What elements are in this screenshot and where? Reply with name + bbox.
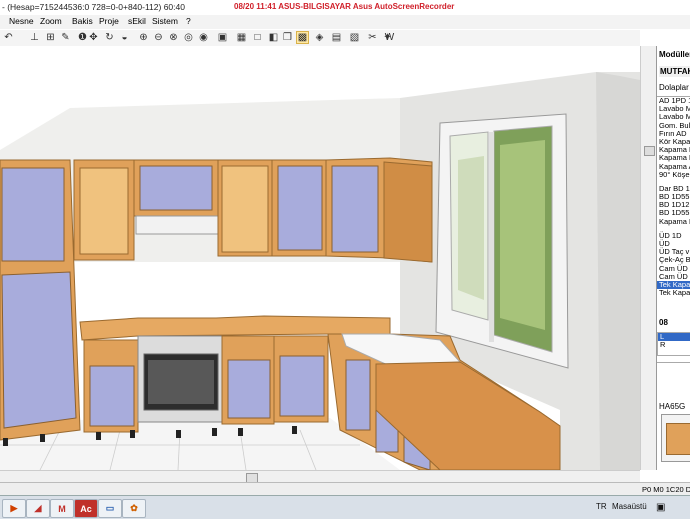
status-text: P0 M0 1C20 Dil [642, 485, 690, 494]
list-item[interactable]: Tek Kapa [657, 289, 690, 297]
panel-header: Modüller [659, 50, 690, 59]
window-title: - (Hesap=715244536:0 728=0-0+840-112) 60… [2, 2, 185, 12]
snap-icon[interactable]: ⊞ [44, 31, 57, 44]
language-indicator[interactable]: TR [596, 502, 607, 511]
option-list[interactable]: L R [657, 332, 690, 356]
menu-bar: Nesne Zoom Bakis Proje sEkil Sistem ? [0, 15, 690, 29]
status-bar: P0 M0 1C20 Dil [0, 482, 690, 496]
mail-icon[interactable]: M [50, 499, 74, 518]
pdf-icon[interactable]: ◢ [26, 499, 50, 518]
menu-bakis[interactable]: Bakis [72, 16, 93, 26]
zoom-extents-icon[interactable]: ◉ [197, 31, 210, 44]
palette-icon[interactable]: ◈ [313, 31, 326, 44]
material-icon[interactable]: ▤ [330, 31, 343, 44]
item-code: HA65G [659, 402, 686, 411]
module-panel: Modüller MUTFAK Dolaplar AD 1PD 1 Lavabo… [656, 46, 690, 470]
network-icon[interactable]: ▣ [656, 502, 665, 513]
menu-sistem[interactable]: Sistem [152, 16, 178, 26]
explorer-icon[interactable]: ▭ [98, 499, 122, 518]
zoom-window-icon[interactable]: ⊗ [167, 31, 180, 44]
title-bar: - (Hesap=715244536:0 728=0-0+840-112) 60… [0, 0, 690, 16]
menu-proje[interactable]: Proje [99, 16, 119, 26]
module-code: 08 [659, 318, 668, 327]
list-item[interactable]: Kapama B [657, 217, 690, 226]
window-frame [435, 113, 569, 369]
undo-icon[interactable]: ↶ [2, 31, 15, 44]
refresh-icon[interactable]: ◒ [118, 31, 131, 44]
wizard-icon[interactable]: W [383, 31, 396, 44]
move-icon[interactable]: ✥ [87, 31, 100, 44]
wire-icon[interactable]: □ [251, 31, 264, 44]
start-icon[interactable]: ▶ [2, 499, 26, 518]
menu-zoom[interactable]: Zoom [40, 16, 62, 26]
option-right[interactable]: R [658, 341, 690, 349]
rotate-icon[interactable]: ↻ [103, 31, 116, 44]
desktop-label[interactable]: Masaüstü [612, 502, 647, 511]
vertical-scroll-thumb[interactable] [644, 146, 655, 156]
tools-icon[interactable]: ⊥ [28, 31, 41, 44]
program-icon[interactable]: ✿ [122, 499, 146, 518]
taskbar: ▶ ◢ M Ac ▭ ✿ Masaüstü TR ▣ [0, 495, 690, 519]
object-icon[interactable]: ▧ [348, 31, 361, 44]
shade-icon[interactable]: ❒ [281, 31, 294, 44]
dimension-icon[interactable]: ✎ [59, 31, 72, 44]
render-icon[interactable]: ▣ [216, 31, 229, 44]
toolbar: ↶ ⊥ ⊞ ✎ ❶ ✥ ↻ ◒ ⊕ ⊖ ⊗ ◎ ◉ ▣ ▦ □ ◧ ❒ ▩ ◈ … [0, 30, 640, 47]
module-preview [661, 414, 690, 462]
recorder-overlay-text: 08/20 11:41 ASUS-BILGISAYAR Asus AutoScr… [234, 2, 455, 11]
list-item[interactable]: 90° Köşe [657, 170, 690, 179]
zoom-in-icon[interactable]: ⊕ [137, 31, 150, 44]
vertical-scrollbar[interactable] [640, 46, 657, 470]
category-dropdown[interactable]: MUTFAK [659, 66, 690, 77]
menu-help[interactable]: ? [186, 16, 191, 26]
solid-icon[interactable]: ◧ [267, 31, 280, 44]
3d-viewport[interactable] [0, 46, 640, 470]
kitchen-render [0, 72, 640, 470]
menu-sekil[interactable]: sEkil [128, 16, 146, 26]
scissors-icon[interactable]: ✂ [366, 31, 379, 44]
zoom-all-icon[interactable]: ◎ [182, 31, 195, 44]
box-icon[interactable]: ▦ [235, 31, 248, 44]
menu-nesne[interactable]: Nesne [9, 16, 34, 26]
zoom-out-icon[interactable]: ⊖ [152, 31, 165, 44]
tab-dolaplar[interactable]: Dolaplar [659, 83, 689, 92]
acrobat-icon[interactable]: Ac [74, 499, 98, 518]
photo-icon[interactable]: ▩ [296, 31, 309, 44]
